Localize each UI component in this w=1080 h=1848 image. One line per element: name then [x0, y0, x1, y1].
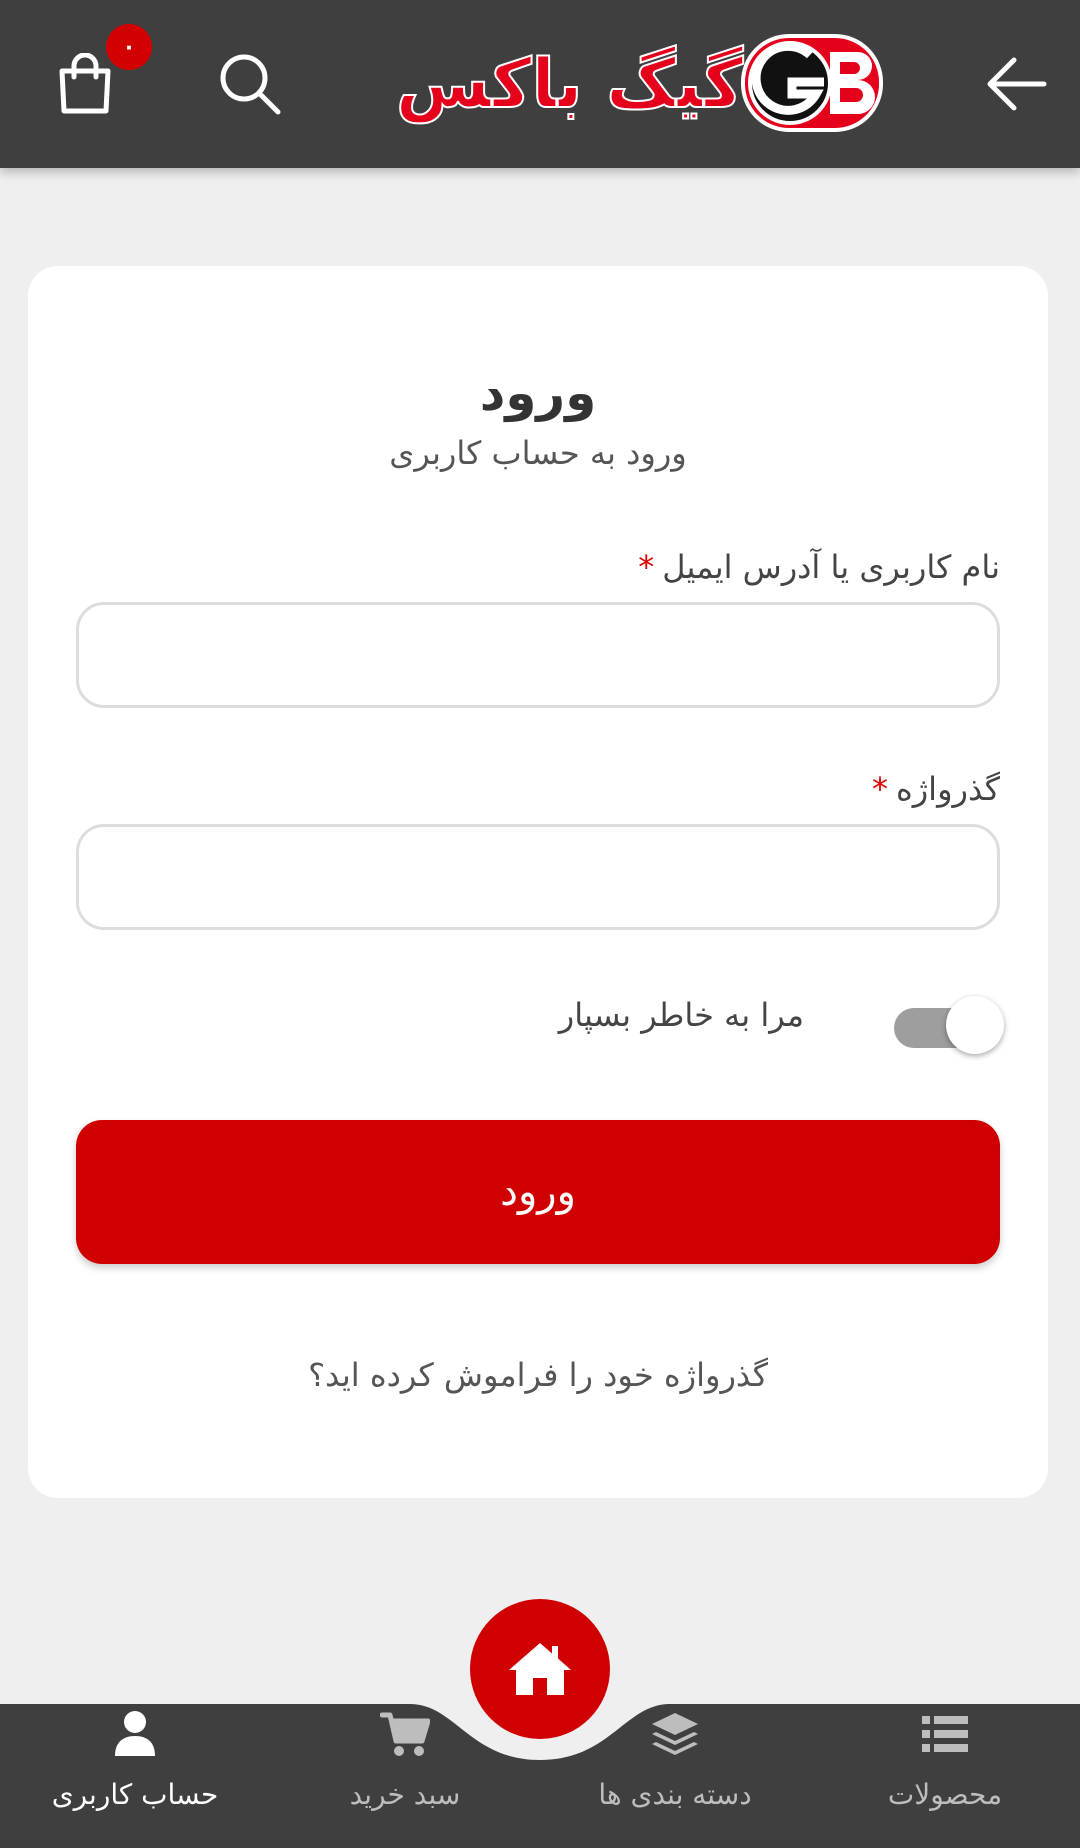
site-logo[interactable]: گیگ باکس	[395, 28, 886, 140]
login-card: ورود ورود به حساب کاربری نام کاربری یا آ…	[28, 266, 1048, 1498]
logo-mark	[741, 34, 883, 132]
search-button[interactable]	[200, 34, 300, 134]
nav-label-categories: دسته بندی ها	[598, 1778, 752, 1811]
app-header: گیگ باکس ۰	[0, 0, 1080, 168]
user-icon	[105, 1704, 165, 1764]
required-mark: *	[638, 548, 655, 586]
password-label: گذرواژه*	[872, 770, 1000, 808]
arrow-left-icon	[987, 57, 1047, 111]
nav-label-account: حساب کاربری	[51, 1778, 219, 1811]
cart-icon	[375, 1704, 435, 1764]
layers-icon	[645, 1704, 705, 1764]
back-button[interactable]	[966, 36, 1066, 132]
nav-item-categories[interactable]: دسته بندی ها	[560, 1704, 790, 1848]
nav-item-products[interactable]: محصولات	[830, 1704, 1060, 1848]
page-subtitle: ورود به حساب کاربری	[389, 434, 687, 472]
shopping-bag-icon	[59, 53, 111, 114]
nav-label-cart: سبد خرید	[349, 1778, 461, 1811]
home-icon	[509, 1643, 571, 1695]
list-icon	[915, 1704, 975, 1764]
remember-me-label: مرا به خاطر بسپار	[558, 996, 804, 1034]
page-title: ورود	[479, 364, 597, 422]
toggle-knob	[946, 996, 1004, 1054]
search-icon	[220, 54, 281, 115]
nav-item-account[interactable]: حساب کاربری	[20, 1704, 250, 1848]
nav-label-products: محصولات	[887, 1778, 1003, 1811]
forgot-password-link[interactable]: گذرواژه خود را فراموش کرده اید؟	[28, 1356, 1048, 1394]
username-input[interactable]	[76, 602, 1000, 708]
cart-count-badge: ۰	[106, 24, 152, 70]
username-label: نام کاربری یا آدرس ایمیل*	[638, 548, 1000, 586]
required-mark: *	[871, 770, 888, 808]
username-label-text: نام کاربری یا آدرس ایمیل	[662, 548, 1000, 586]
login-button[interactable]: ورود	[76, 1120, 1000, 1264]
remember-me-toggle[interactable]	[890, 994, 1006, 1054]
password-input[interactable]	[76, 824, 1000, 930]
password-label-text: گذرواژه	[895, 770, 1000, 808]
logo-wordmark: گیگ باکس	[395, 44, 744, 125]
nav-item-cart[interactable]: سبد خرید	[290, 1704, 520, 1848]
